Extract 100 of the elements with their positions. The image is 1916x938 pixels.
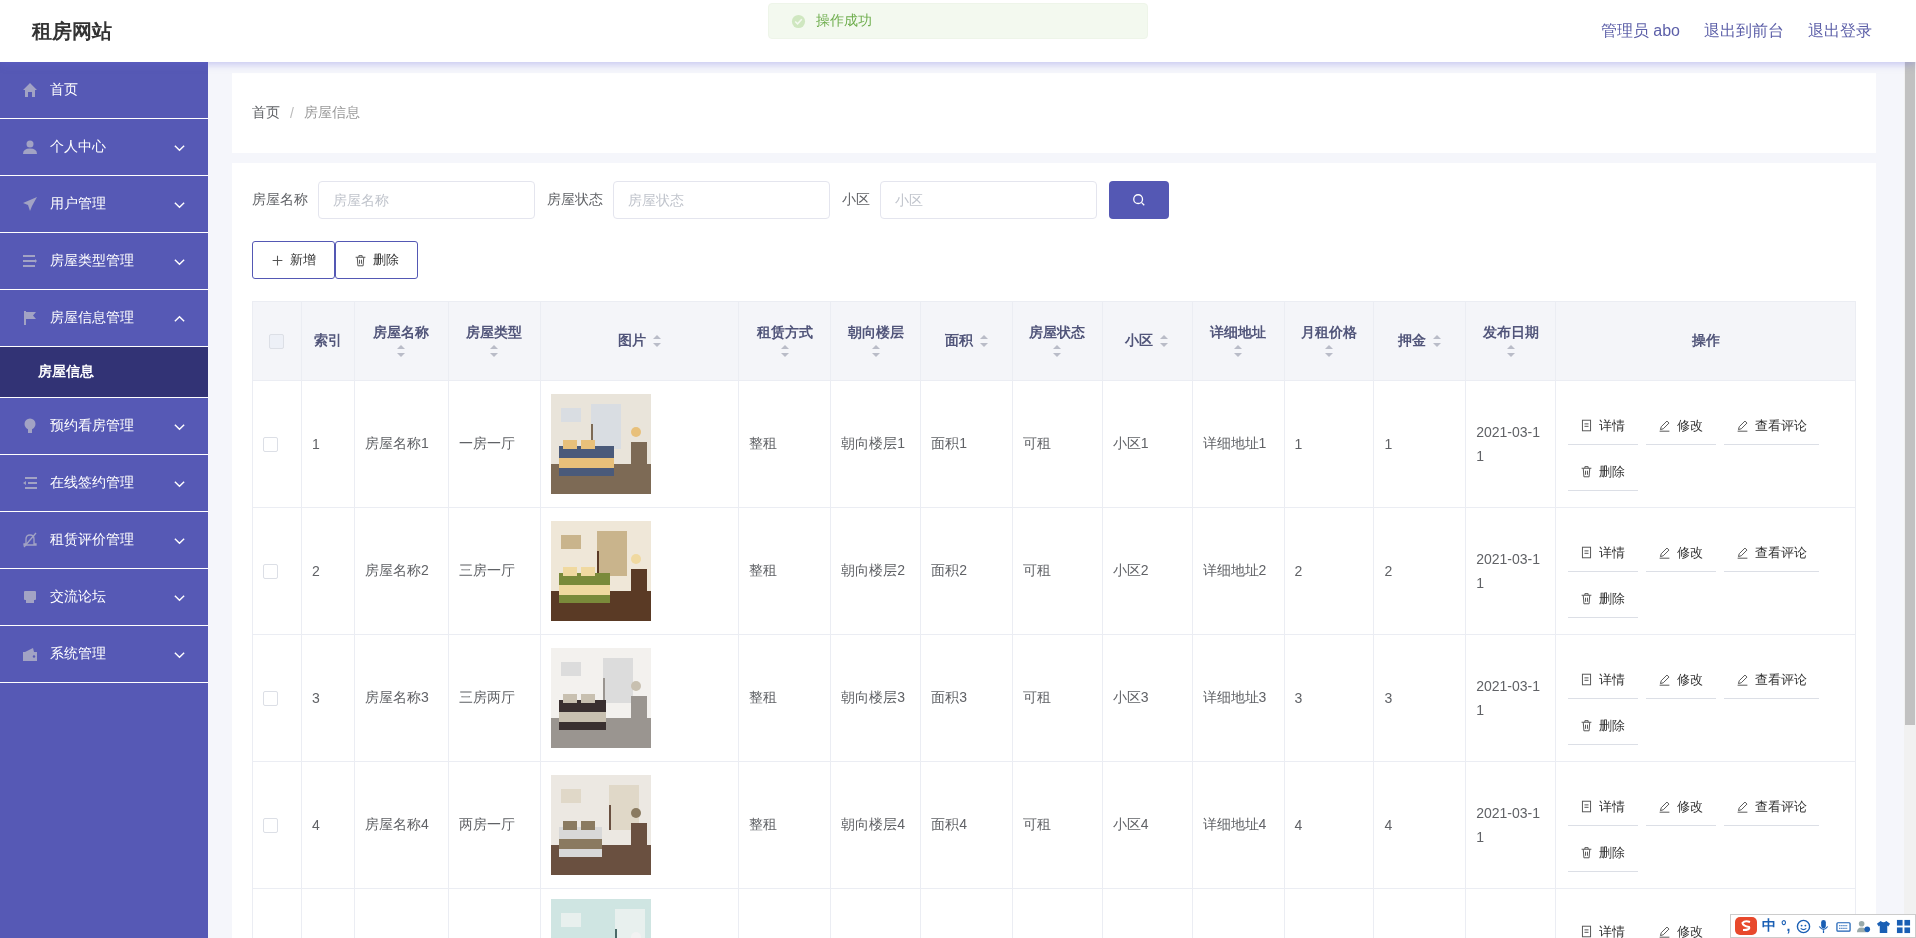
menu-icon: [22, 475, 38, 491]
pencil-icon: [1658, 546, 1672, 559]
table-cell: 面积3: [931, 689, 967, 705]
submenu-item[interactable]: 房屋信息: [0, 347, 208, 398]
table-cell: 三房一厅: [458, 562, 515, 578]
menu-icon: [22, 418, 38, 434]
search-field[interactable]: 房屋状态: [613, 181, 830, 219]
table-cell: 可租: [1022, 816, 1051, 832]
pencil-icon: [1658, 673, 1672, 686]
user-link[interactable]: 管理员 abo: [1600, 20, 1680, 42]
document-icon: [1580, 673, 1594, 686]
pencil-icon: [1736, 673, 1750, 686]
table-cell: 朝向楼层3: [841, 689, 905, 705]
table-cell: 详细地址4: [1202, 816, 1267, 832]
add-button[interactable]: 新增: [252, 241, 335, 279]
shirt-icon: [1875, 918, 1891, 934]
table-cell: 房屋名称1: [364, 435, 429, 451]
table-cell: 整租: [749, 816, 778, 832]
table-cell: 可租: [1022, 689, 1051, 705]
select-all-checkbox[interactable]: [269, 334, 285, 350]
column-header: 发布日期: [1482, 324, 1539, 342]
table-cell: 4: [311, 817, 320, 833]
toolbar-text[interactable]: °,: [1781, 918, 1791, 934]
date-text: 2021-03-11: [1476, 678, 1541, 718]
column-header: 押金: [1397, 332, 1426, 350]
table-cell: 朝向楼层4: [841, 816, 905, 832]
toolbar-text[interactable]: 中: [1762, 917, 1776, 935]
table-cell: 4: [1294, 817, 1303, 833]
header-link[interactable]: 退出到前台: [1704, 20, 1784, 42]
search-icon: [1132, 193, 1146, 207]
grid-icon: [1895, 918, 1911, 934]
table-cell: 朝向楼层2: [841, 562, 905, 578]
column-header: 索引: [313, 332, 342, 350]
table-cell: 1: [1294, 436, 1303, 452]
plus-icon: [271, 253, 284, 267]
breadcrumb-current: 房屋信息: [303, 104, 360, 122]
document-icon: [1580, 800, 1594, 813]
menu-icon: [22, 253, 38, 269]
table-cell: 2: [1294, 563, 1303, 579]
table-cell: 详细地址1: [1202, 435, 1267, 451]
column-header: 月租价格: [1301, 324, 1357, 342]
table-cell: 4: [1384, 817, 1393, 833]
row-checkbox[interactable]: [263, 691, 278, 707]
table-cell: 1: [1384, 436, 1393, 452]
search-field[interactable]: 房屋名称: [318, 181, 535, 219]
date-text: 2021-03-11: [1476, 424, 1541, 464]
column-header: 租赁方式: [756, 324, 813, 342]
table-cell: 三房两厅: [458, 689, 515, 705]
table-cell: 3: [311, 690, 320, 706]
check-circle-icon: [791, 13, 806, 29]
menu-icon: [22, 589, 38, 605]
column-header: 房屋状态: [1029, 324, 1086, 342]
date-text: 2021-03-11: [1476, 805, 1541, 845]
row-checkbox[interactable]: [263, 818, 278, 834]
table-cell: 整租: [749, 689, 778, 705]
scrollbar-thumb[interactable]: [1905, 62, 1915, 725]
breadcrumb-link[interactable]: 首页: [252, 104, 280, 122]
field-label: 房屋名称: [252, 191, 308, 209]
delete-button[interactable]: 删除: [335, 241, 418, 279]
table-cell: 小区1: [1112, 435, 1149, 451]
field-label: 小区: [842, 191, 870, 209]
column-header: 朝向楼层: [847, 324, 904, 342]
document-icon: [1580, 546, 1594, 559]
table-cell: 详细地址2: [1202, 562, 1267, 578]
table-cell: 房屋名称3: [364, 689, 429, 705]
header-link[interactable]: 退出登录: [1808, 20, 1872, 42]
table-cell: 房屋名称2: [364, 562, 429, 578]
table-cell: 小区3: [1112, 689, 1149, 705]
table-cell: 一房一厅: [458, 435, 515, 451]
column-header: 房屋类型: [466, 324, 523, 342]
document-icon: [1580, 419, 1594, 432]
column-header: 图片: [617, 332, 646, 350]
column-header: 房屋名称: [373, 324, 430, 342]
row-checkbox[interactable]: [263, 437, 278, 453]
table-cell: 整租: [749, 562, 778, 578]
pencil-icon: [1658, 800, 1672, 813]
table-cell: 可租: [1022, 562, 1051, 578]
table-cell: 面积1: [931, 435, 967, 451]
trash-icon: [1580, 592, 1594, 605]
search-field[interactable]: 小区: [880, 181, 1097, 219]
menu-icon: [22, 82, 38, 98]
column-header: 详细地址: [1210, 324, 1267, 342]
menu-icon: [22, 646, 38, 662]
table-cell: 朝向楼层1: [841, 435, 905, 451]
column-header: 面积: [944, 332, 973, 350]
date-text: 2021-03-11: [1476, 551, 1541, 591]
trash-icon: [354, 253, 367, 267]
success-toast: 操作成功: [768, 3, 1148, 39]
field-label: 房屋状态: [547, 191, 603, 209]
table-cell: 详细地址3: [1202, 689, 1267, 705]
smiley-icon: [1795, 918, 1811, 934]
search-button[interactable]: [1109, 181, 1169, 219]
breadcrumb-separator: /: [290, 105, 294, 121]
trash-icon: [1580, 465, 1594, 478]
table-cell: 面积2: [931, 562, 967, 578]
table-cell: 1: [311, 436, 320, 452]
row-checkbox[interactable]: [263, 564, 278, 580]
pencil-icon: [1736, 419, 1750, 432]
table-cell: 3: [1294, 690, 1303, 706]
user-icon: [1855, 918, 1871, 934]
